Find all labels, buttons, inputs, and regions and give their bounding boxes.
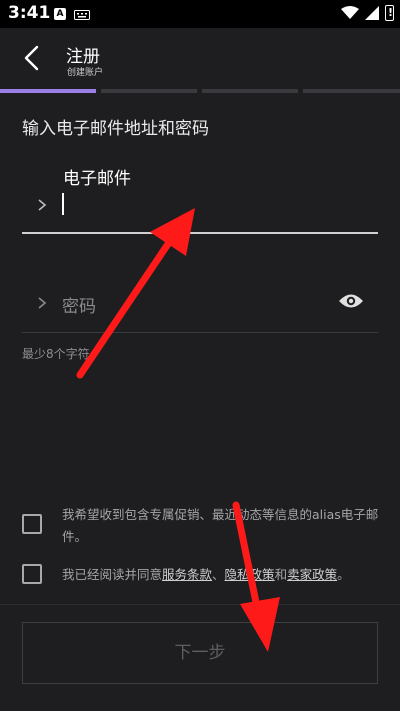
password-underline [22,332,378,333]
eye-icon[interactable] [338,292,364,310]
terms-prefix: 我已经阅读并同意 [62,567,163,582]
terms-separator: 、 [212,567,225,582]
page-subtitle: 创建账户 [67,68,104,78]
email-label: 电子邮件 [63,169,131,189]
marketing-consent-text: 我希望收到包含专属促销、最近动态等信息的alias电子邮件。 [62,507,379,544]
terms-consent-row: 我已经阅读并同意服务条款、隐私政策和卖家政策。 [22,564,382,588]
privacy-policy-link[interactable]: 隐私政策 [225,567,275,582]
email-underline [22,232,378,234]
password-hint: 最少8个字符 [22,347,90,361]
seller-policy-link[interactable]: 卖家政策 [287,567,337,582]
status-bar: 3:41 A ! [0,0,400,28]
terms-of-service-link[interactable]: 服务条款 [162,567,212,582]
terms-separator: 和 [274,567,288,582]
status-time: 3:41 [8,3,51,23]
chevron-right-icon [38,297,47,309]
password-input[interactable] [60,288,324,320]
signal-icon [365,6,379,20]
progress-segment-1 [0,89,96,93]
terms-consent-text: 我已经阅读并同意服务条款、隐私政策和卖家政策。 [62,564,380,586]
back-arrow-icon[interactable] [18,42,46,74]
marketing-checkbox[interactable] [22,514,42,534]
wifi-icon [341,6,359,19]
app-header: 注册 创建账户 [0,28,400,88]
marketing-consent-row: 我希望收到包含专属促销、最近动态等信息的alias电子邮件。 [22,504,382,548]
keyboard-icon [74,10,90,20]
page-title: 注册 [66,47,100,67]
step-progress [0,89,400,93]
next-button[interactable]: 下一步 [22,622,378,684]
chevron-right-icon [38,199,47,211]
battery-alert-icon: ! [385,5,394,21]
notification-a-icon: A [54,8,66,20]
footer-divider [0,604,400,605]
terms-checkbox[interactable] [22,564,42,584]
terms-suffix: 。 [337,567,350,582]
progress-segment-3 [202,89,298,93]
progress-segment-2 [101,89,197,93]
form-heading: 输入电子邮件地址和密码 [22,119,209,139]
email-input[interactable] [60,190,364,222]
progress-segment-4 [303,89,400,93]
